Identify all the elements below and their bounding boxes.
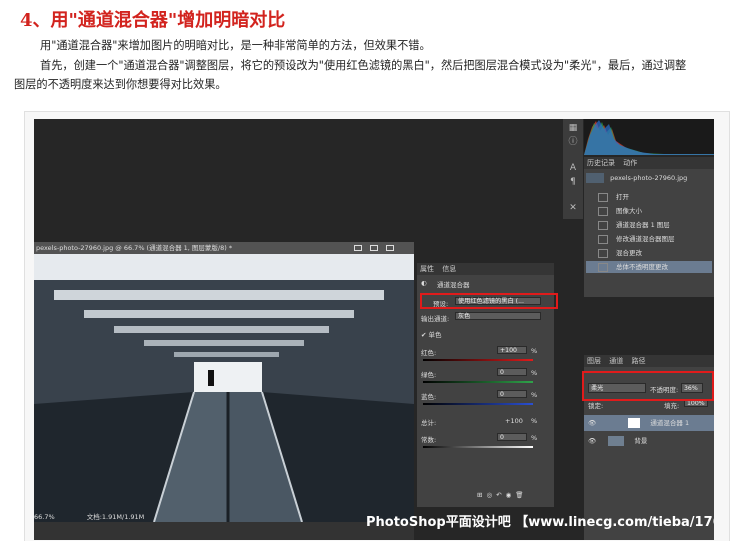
history-step-icon: [598, 248, 608, 258]
blue-label: 蓝色:: [421, 393, 437, 401]
history-item-label: 通道混合器 1 图层: [616, 221, 670, 229]
green-label: 绿色:: [421, 371, 437, 379]
red-percent: %: [531, 347, 538, 355]
properties-tabs: 属性 信息: [417, 263, 554, 275]
lock-label: 锁定:: [588, 402, 604, 410]
intro-paragraph: 用"通道混合器"来增加图片的明暗对比，是一种非常简单的方法，但效果不错。: [40, 39, 431, 52]
eye-icon[interactable]: 👁: [588, 437, 596, 445]
steps-line-1: 首先，创建一个"通道混合器"调整图层，将它的预设改为"使用红色滤镜的黑白"，然后…: [40, 59, 687, 72]
maximize-button[interactable]: [370, 245, 378, 251]
blue-slider[interactable]: [423, 403, 533, 405]
tab-info[interactable]: 信息: [442, 265, 456, 273]
green-slider[interactable]: [423, 381, 533, 383]
histogram-panel: [584, 119, 714, 155]
image-status-bar: 66.7% 文档:1.91M/1.91M: [34, 512, 414, 522]
history-snapshot[interactable]: pexels-photo-27960.jpg: [586, 171, 712, 185]
history-item[interactable]: 通道混合器 1 图层: [586, 219, 712, 231]
escalator-image: [34, 254, 414, 522]
tab-layers[interactable]: 图层: [587, 357, 601, 365]
watermark-text: PhotoShop平面设计吧 【www.linecg.com/tieba/176…: [366, 515, 714, 530]
red-value-field[interactable]: +100: [497, 346, 527, 354]
layer-row-background[interactable]: 👁 背景: [584, 433, 714, 449]
history-item[interactable]: 修改通道混合器图层: [586, 233, 712, 245]
properties-title: 通道混合器: [437, 281, 470, 289]
history-step-icon: [598, 234, 608, 244]
zoom-level[interactable]: 66.7%: [34, 513, 55, 521]
history-item-label: 打开: [616, 193, 629, 201]
blue-percent: %: [531, 391, 538, 399]
tab-channels[interactable]: 通道: [609, 357, 623, 365]
tools-icon[interactable]: ✕: [567, 203, 579, 213]
history-item-selected[interactable]: 总体不透明度更改: [586, 261, 712, 273]
tab-actions[interactable]: 动作: [623, 159, 637, 167]
history-item[interactable]: 混合更改: [586, 247, 712, 259]
steps-paragraph: 首先，创建一个"通道混合器"调整图层，将它的预设改为"使用红色滤镜的黑白"，然后…: [14, 56, 734, 94]
document-size: 文档:1.91M/1.91M: [86, 513, 145, 521]
blue-value-field[interactable]: 0: [497, 390, 527, 398]
escalator-photo: [34, 254, 414, 522]
history-tabs: 历史记录 动作: [584, 157, 714, 169]
channel-mixer-icon: ◐: [421, 279, 427, 287]
paragraph-icon[interactable]: ¶: [567, 177, 579, 187]
eye-icon[interactable]: 👁: [588, 419, 596, 427]
output-channel-label: 输出通道:: [421, 315, 450, 323]
layer-row-channel-mixer[interactable]: 👁 通道混合器 1: [584, 415, 714, 431]
history-panel: 历史记录 动作 pexels-photo-27960.jpg 打开 图像大小 通…: [584, 157, 714, 297]
character-icon[interactable]: A: [567, 163, 579, 173]
green-percent: %: [531, 369, 538, 377]
properties-footer-icons[interactable]: ⊞◎↶◉🗑: [477, 491, 528, 499]
tab-history[interactable]: 历史记录: [587, 159, 615, 167]
history-item[interactable]: 打开: [586, 191, 712, 203]
image-title-bar: pexels-photo-27960.jpg @ 66.7% (通道混合器 1,…: [34, 242, 414, 254]
constant-label: 常数:: [421, 436, 437, 444]
red-label: 红色:: [421, 349, 437, 357]
histogram-icon[interactable]: ▦: [567, 123, 579, 133]
highlight-blend-opacity: [582, 371, 714, 401]
total-label: 总计:: [421, 419, 437, 427]
steps-line-2: 图层的不透明度来达到你想要得对比效果。: [14, 78, 227, 91]
close-button[interactable]: [386, 245, 394, 251]
snapshot-name: pexels-photo-27960.jpg: [610, 174, 688, 182]
image-window: pexels-photo-27960.jpg @ 66.7% (通道混合器 1,…: [34, 242, 414, 540]
red-slider[interactable]: [423, 359, 533, 361]
total-value: +100: [505, 417, 523, 425]
layer-name: 背景: [634, 437, 648, 445]
info-icon[interactable]: ⓘ: [567, 137, 579, 147]
panel-tool-strip: ▦ ⓘ A ¶ ✕: [563, 119, 583, 219]
minimize-button[interactable]: [354, 245, 362, 251]
output-channel-select[interactable]: 灰色: [455, 312, 541, 320]
constant-slider[interactable]: [423, 446, 533, 448]
highlight-preset: [420, 293, 558, 309]
photoshop-screenshot: ▦ ⓘ A ¶ ✕ 历史记录 动作 pexels-photo-27960.jpg…: [34, 119, 714, 540]
history-step-icon: [598, 262, 608, 272]
history-item-label: 混合更改: [616, 249, 642, 257]
history-item-label: 总体不透明度更改: [616, 263, 668, 271]
section-heading: 4、用"通道混合器"增加明暗对比: [20, 10, 286, 31]
history-step-icon: [598, 220, 608, 230]
history-item-label: 图像大小: [616, 207, 642, 215]
history-step-icon: [598, 192, 608, 202]
tab-paths[interactable]: 路径: [631, 357, 645, 365]
total-percent: %: [531, 417, 538, 425]
tab-properties[interactable]: 属性: [420, 265, 434, 273]
green-value-field[interactable]: 0: [497, 368, 527, 376]
history-item[interactable]: 图像大小: [586, 205, 712, 217]
layer-name: 通道混合器 1: [650, 419, 690, 427]
image-title: pexels-photo-27960.jpg @ 66.7% (通道混合器 1,…: [36, 244, 233, 252]
layers-tabs: 图层 通道 路径: [584, 355, 714, 367]
snapshot-thumbnail: [586, 173, 604, 183]
history-item-label: 修改通道混合器图层: [616, 235, 675, 243]
layer-mask-thumbnail: [628, 418, 641, 428]
history-step-icon: [598, 206, 608, 216]
monochrome-label: 单色: [428, 331, 442, 339]
constant-percent: %: [531, 434, 538, 442]
histogram-graph: [584, 120, 714, 155]
layer-thumbnail: [608, 436, 625, 446]
monochrome-checkbox[interactable]: ✔ 单色: [421, 329, 442, 339]
fill-label: 填充:: [664, 402, 680, 410]
constant-value-field[interactable]: 0: [497, 433, 527, 441]
